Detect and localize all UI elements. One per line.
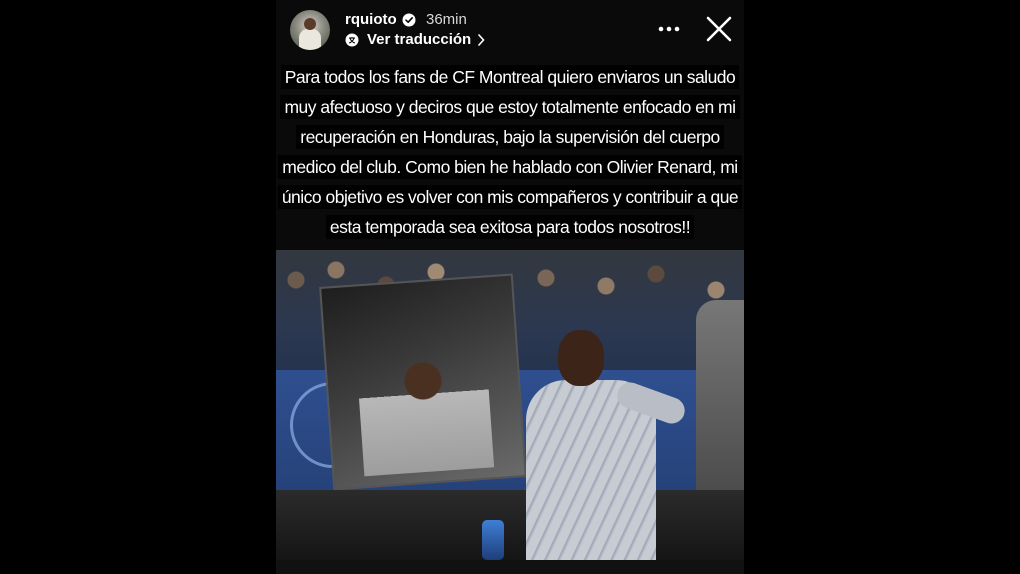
poster-player xyxy=(355,337,495,477)
story-viewer[interactable]: rquioto 36min Ver traducción Para todos … xyxy=(276,0,744,574)
player-figure xyxy=(506,320,696,560)
translate-button[interactable]: Ver traducción xyxy=(345,31,485,48)
verified-badge-icon xyxy=(402,13,416,27)
story-caption: Para todos los fans de CF Montreal quier… xyxy=(277,65,743,239)
story-footer xyxy=(276,560,744,574)
translate-label: Ver traducción xyxy=(367,31,472,48)
username[interactable]: rquioto xyxy=(345,11,397,28)
story-header: rquioto 36min Ver traducción xyxy=(276,0,744,60)
story-photo xyxy=(276,250,744,560)
post-time: 36min xyxy=(426,11,467,28)
water-bottle xyxy=(482,520,504,560)
fan-figure xyxy=(696,300,744,500)
framed-poster xyxy=(319,273,527,491)
close-icon[interactable] xyxy=(706,16,732,42)
more-options-icon[interactable] xyxy=(656,18,682,40)
chevron-right-icon xyxy=(478,33,485,46)
story-caption-container: Para todos los fans de CF Montreal quier… xyxy=(276,62,744,242)
translate-icon xyxy=(345,33,359,46)
avatar[interactable] xyxy=(290,10,330,50)
